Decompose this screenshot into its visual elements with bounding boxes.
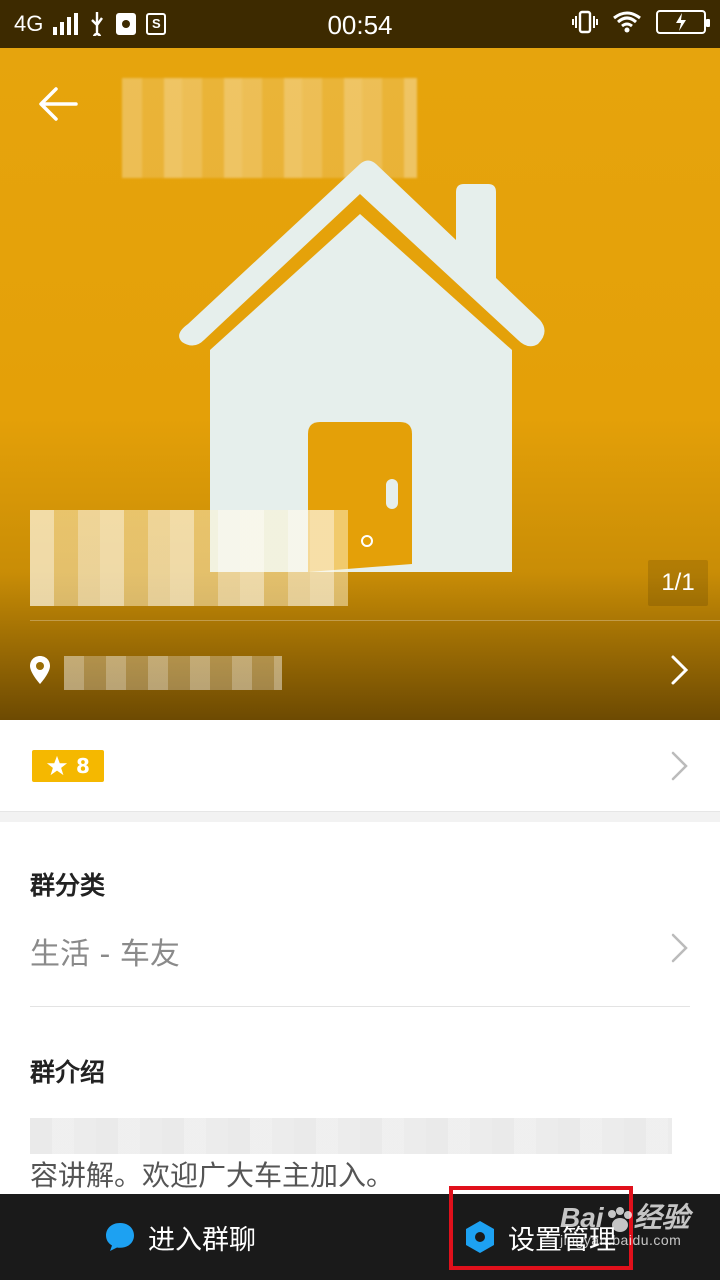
enter-group-chat-label: 进入群聊: [148, 1224, 256, 1256]
house-icon: [179, 160, 545, 572]
wifi-icon: [613, 11, 641, 33]
watermark-brand2: 经验: [633, 1202, 690, 1233]
intro-text: 容讲解。欢迎广大车主加入。: [30, 1159, 395, 1192]
chat-bubble-icon: [106, 1223, 134, 1251]
battery-charging-icon: [656, 10, 710, 34]
vibrate-icon: [572, 10, 598, 34]
paw-icon: [607, 1206, 632, 1232]
location-text-blurred: [64, 656, 282, 690]
location-pin-icon: [30, 656, 50, 684]
photo-counter[interactable]: 1/1: [648, 560, 708, 606]
watermark-url: jingyan.baidu.com: [560, 1232, 682, 1248]
rating-row[interactable]: 8: [0, 720, 720, 812]
usb-debug-icon: [116, 13, 137, 35]
page-indicator-dot: [361, 535, 373, 547]
enter-group-chat-button[interactable]: 进入群聊: [104, 1194, 256, 1280]
back-arrow-icon[interactable]: [36, 86, 80, 122]
rating-badge: 8: [32, 750, 104, 782]
chevron-right-icon: [671, 655, 689, 685]
divider: [30, 1006, 690, 1007]
watermark-brand: Bai: [560, 1202, 604, 1233]
signal-icon: [53, 13, 79, 35]
network-type: 4G: [14, 11, 44, 36]
chevron-right-icon[interactable]: [670, 932, 690, 964]
location-row[interactable]: [0, 622, 720, 718]
chevron-right-icon: [671, 751, 688, 781]
group-name-blurred: [30, 510, 348, 606]
intro-label: 群介绍: [30, 1058, 106, 1087]
status-bar: 4G S 00:54: [0, 0, 720, 48]
section-gap: [0, 812, 720, 822]
group-cover: 1/1: [0, 48, 720, 720]
category-label: 群分类: [30, 871, 106, 900]
intro-text-blurred: [30, 1118, 672, 1154]
s-app-icon: S: [146, 13, 167, 35]
usb-icon: [91, 12, 104, 36]
divider: [30, 620, 720, 621]
star-icon: [46, 755, 68, 776]
watermark: Bai 经验 jingyan.baidu.com: [560, 1196, 690, 1248]
category-value[interactable]: 生活 - 车友: [30, 929, 180, 973]
rating-value: 8: [76, 754, 90, 778]
